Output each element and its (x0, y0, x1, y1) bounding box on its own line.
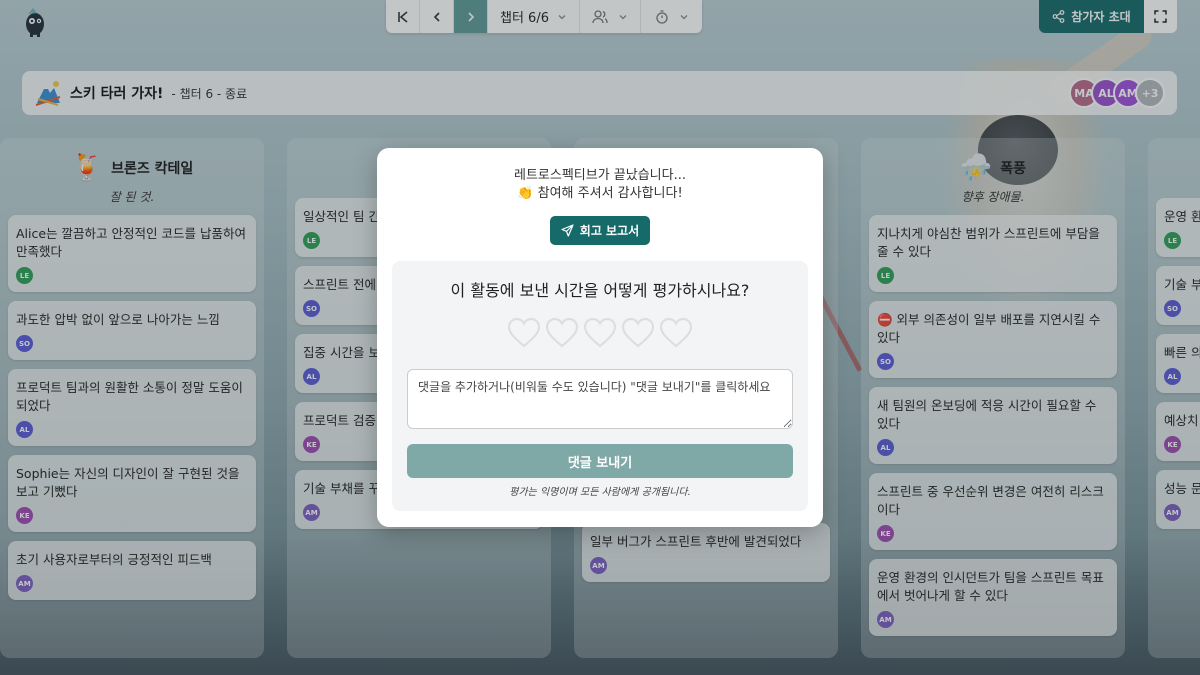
retro-ended-dialog: 레트로스펙티브가 끝났습니다... 👏 참여해 주셔서 감사합니다! 회고 보고… (377, 148, 823, 527)
rating-panel: 이 활동에 보낸 시간을 어떻게 평가하시나요? 댓글 보내기 평가는 익명이며… (392, 261, 808, 511)
anonymous-note: 평가는 익명이며 모든 사람에게 공개됩니다. (509, 487, 691, 498)
send-icon (561, 224, 574, 237)
heart-icon[interactable] (659, 317, 693, 349)
rating-question: 이 활동에 보낸 시간을 어떻게 평가하시나요? (450, 281, 750, 300)
heart-icon[interactable] (507, 317, 541, 349)
send-comment-button[interactable]: 댓글 보내기 (407, 444, 793, 478)
heart-icon[interactable] (545, 317, 579, 349)
retro-report-button[interactable]: 회고 보고서 (550, 216, 650, 245)
report-label: 회고 보고서 (579, 224, 640, 238)
retro-ended-message: 레트로스펙티브가 끝났습니다... (513, 168, 686, 183)
comment-textarea[interactable] (407, 369, 793, 429)
heart-icon[interactable] (621, 317, 655, 349)
heart-icon[interactable] (583, 317, 617, 349)
heart-rating[interactable] (392, 317, 808, 349)
thanks-message: 👏 참여해 주셔서 감사합니다! (517, 186, 683, 201)
